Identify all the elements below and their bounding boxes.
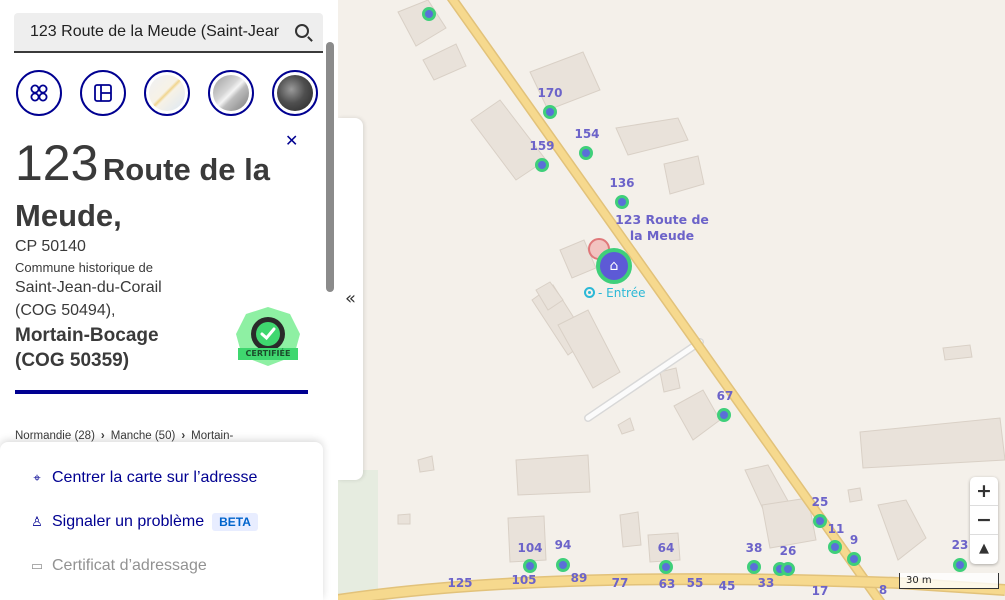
house-number-label: 125: [447, 576, 473, 590]
address-title: 123 Route de la Meude,: [15, 138, 305, 242]
layer-button-satellite[interactable]: [272, 70, 318, 116]
address-pin[interactable]: [543, 105, 557, 119]
grid-icon: [30, 84, 48, 102]
house-number-label: 104: [517, 541, 543, 555]
house-number-label: 170: [537, 86, 563, 100]
entrance-icon: [584, 287, 595, 298]
house-number-label: 25: [811, 495, 829, 509]
certificate-button: ▭ Certificat d’adressage: [30, 557, 207, 574]
certified-label: CERTIFIÉE: [245, 349, 291, 358]
alert-icon: ♙: [31, 514, 43, 529]
breadcrumb-department[interactable]: Manche (50): [111, 430, 176, 442]
historic-cog: (COG 50494),: [15, 302, 116, 319]
house-number-label: 67: [716, 389, 734, 403]
zoom-out-button[interactable]: −: [970, 506, 998, 535]
satellite-icon: [277, 75, 313, 111]
house-number-label: 89: [570, 571, 588, 585]
address-pin[interactable]: [953, 558, 967, 572]
address-pin[interactable]: [717, 408, 731, 422]
house-number-label: 154: [574, 127, 600, 141]
address-pin[interactable]: [828, 540, 842, 554]
layout-icon: [94, 84, 112, 102]
chevron-right-icon: ›: [181, 430, 186, 442]
commune-name: Mortain-Bocage: [15, 325, 159, 346]
reset-north-button[interactable]: ▲: [970, 535, 998, 564]
address-pin[interactable]: [659, 560, 673, 574]
certified-badge: CERTIFIÉE: [234, 306, 302, 368]
house-number-label: 105: [511, 573, 537, 587]
address-pin[interactable]: [556, 558, 570, 572]
commune-cog: (COG 50359): [15, 350, 130, 371]
map-base: [338, 0, 1005, 600]
historic-commune-label: Commune historique de: [15, 260, 154, 275]
section-divider: [15, 390, 308, 394]
address-pin[interactable]: [847, 552, 861, 566]
address-pin[interactable]: [813, 514, 827, 528]
address-pin[interactable]: [523, 559, 537, 573]
layer-button-gray[interactable]: [208, 70, 254, 116]
chevron-right-icon: ›: [100, 430, 105, 442]
address-pin[interactable]: [781, 562, 795, 576]
breadcrumb-commune[interactable]: Mortain-: [191, 430, 233, 442]
house-number-label: 77: [611, 576, 629, 590]
side-panel: ✕ 123 Route de la Meude, CP 50140 Commun…: [0, 0, 338, 600]
gray-map-icon: [213, 75, 249, 111]
address-pin[interactable]: [579, 146, 593, 160]
selected-address-pin[interactable]: ⌂: [596, 248, 632, 284]
certified-icon: [236, 307, 300, 366]
house-number-label: 45: [718, 579, 736, 593]
house-number-label: 159: [529, 139, 555, 153]
panel-scrollbar[interactable]: [326, 42, 334, 292]
house-number-label: 26: [779, 544, 797, 558]
address-number: 123: [15, 135, 99, 191]
house-number-label: 8: [878, 583, 888, 597]
search-bar: [14, 13, 323, 53]
center-map-button[interactable]: ⌖ Centrer la carte sur l’adresse: [30, 469, 257, 487]
house-number-label: 9: [849, 533, 859, 547]
house-number-label: 17: [811, 584, 829, 598]
address-pin[interactable]: [422, 7, 436, 21]
layer-button-layout[interactable]: [80, 70, 126, 116]
zoom-controls: + − ▲: [970, 477, 998, 564]
collapse-panel-button[interactable]: «: [338, 118, 363, 480]
house-number-label: 136: [609, 176, 635, 190]
selected-address-label: 123 Route de la Meude: [615, 212, 709, 243]
house-number-label: 64: [657, 541, 675, 555]
crosshair-icon: ⌖: [33, 470, 41, 485]
actions-panel: ⌖ Centrer la carte sur l’adresse ♙ Signale…: [0, 442, 323, 600]
laptop-icon: ▭: [30, 558, 44, 573]
zoom-in-button[interactable]: +: [970, 477, 998, 506]
breadcrumb-region[interactable]: Normandie (28): [15, 430, 95, 442]
search-icon[interactable]: [295, 24, 309, 38]
house-number-label: 23: [951, 538, 969, 552]
layer-button-plan[interactable]: [144, 70, 190, 116]
scale-bar: 30 m: [899, 573, 999, 589]
report-problem-button[interactable]: ♙ Signaler un problème BETA: [30, 513, 258, 531]
layer-button-grid[interactable]: [16, 70, 62, 116]
map-canvas[interactable]: 170 159 154 136 67 25 11 9 23 104 94 64 …: [338, 0, 1005, 600]
postcode: CP 50140: [15, 238, 86, 255]
search-input[interactable]: [14, 13, 279, 51]
house-number-label: 11: [827, 522, 845, 536]
house-number-label: 94: [554, 538, 572, 552]
house-number-label: 63: [658, 577, 676, 591]
house-number-label: 55: [686, 576, 704, 590]
house-number-label: 33: [757, 576, 775, 590]
address-pin[interactable]: [535, 158, 549, 172]
address-pin[interactable]: [747, 560, 761, 574]
entrance-marker: - Entrée: [584, 286, 645, 300]
address-pin[interactable]: [615, 195, 629, 209]
door-icon: ⌂: [609, 258, 619, 274]
beta-badge: BETA: [212, 513, 258, 531]
historic-commune: Saint-Jean-du-Corail: [15, 279, 162, 296]
plan-map-icon: [149, 75, 185, 111]
breadcrumb: Normandie (28) › Manche (50) › Mortain-: [15, 430, 233, 442]
house-number-label: 38: [745, 541, 763, 555]
